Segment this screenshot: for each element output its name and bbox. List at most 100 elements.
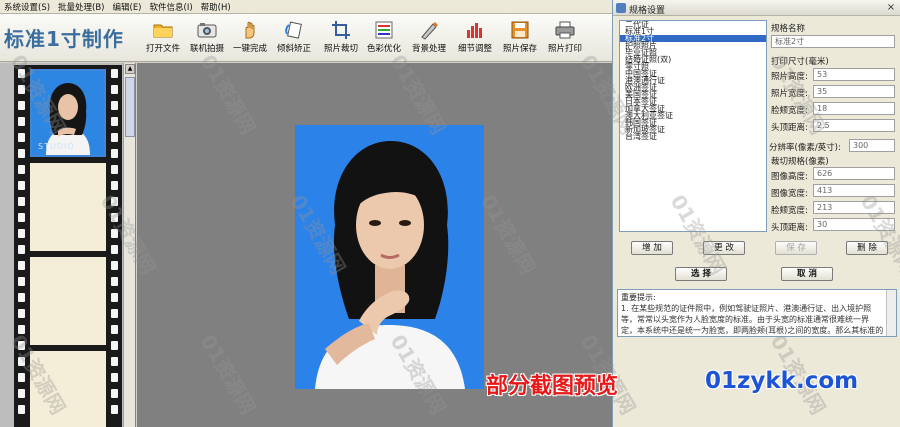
thumbnail-empty[interactable] (30, 163, 106, 251)
head-top-field[interactable]: 2.5 (813, 119, 895, 132)
photo-height-field[interactable]: 53 (813, 68, 895, 81)
photo-print-button[interactable]: 照片打印 (541, 18, 589, 60)
sprocket-hole (111, 165, 118, 174)
menu-bar: 系统设置(S) 批量处理(B) 编辑(E) 软件信息(I) 帮助(H) (0, 0, 612, 14)
thumbnail-empty[interactable] (30, 257, 106, 345)
sprocket-hole (18, 357, 25, 366)
thumbnail-empty[interactable] (30, 351, 106, 427)
detail-adjust-button[interactable]: 细节调整 (451, 18, 499, 60)
image-height-label: 图像高度: (771, 172, 808, 182)
sprocket-hole (111, 357, 118, 366)
thumbnail-photo: STUDIO (32, 71, 104, 155)
preview-caption: 部分截图预览 (486, 374, 619, 399)
sprocket-hole (18, 405, 25, 414)
modify-button[interactable]: 更 改 (703, 241, 745, 255)
head-top-label: 头顶距离: (771, 123, 808, 133)
sprocket-hole (111, 85, 118, 94)
scroll-up-icon[interactable]: ▲ (125, 64, 135, 74)
menu-edit[interactable]: 编辑(E) (113, 1, 142, 13)
spec-settings-dialog: 规格设置 × 二代证 标准1寸 标准2寸 护照照片 毕业证照 结婚证照(双) 零… (612, 0, 900, 427)
sprocket-hole (111, 277, 118, 286)
spec-name-field[interactable]: 标准2寸 (771, 35, 895, 48)
app-title: 标准1寸制作 (4, 27, 124, 51)
tilt-correct-button[interactable]: 倾斜矫正 (270, 18, 318, 60)
notes-scrollbar[interactable] (886, 290, 896, 336)
sprocket-hole (18, 229, 25, 238)
adjust-icon (467, 23, 482, 38)
background-process-button[interactable]: 背景处理 (405, 18, 453, 60)
head-top2-field[interactable]: 30 (813, 218, 895, 231)
photo-save-button[interactable]: 照片保存 (496, 18, 544, 60)
sprocket-hole (18, 245, 25, 254)
camera-icon (197, 23, 217, 38)
rotate-icon (285, 21, 302, 39)
thumbnail-selected[interactable]: STUDIO (30, 69, 106, 157)
background-icon (421, 22, 438, 40)
dialog-titlebar[interactable]: 规格设置 × (613, 0, 900, 16)
sprocket-hole (18, 293, 25, 302)
menu-software-info[interactable]: 软件信息(I) (150, 1, 193, 13)
resolution-field[interactable]: 300 (849, 139, 895, 152)
film-strip: STUDIO (14, 65, 122, 427)
cancel-button[interactable]: 取 消 (781, 267, 833, 281)
scroll-thumb[interactable] (125, 77, 135, 137)
sprocket-hole (111, 341, 118, 350)
sprocket-hole (111, 117, 118, 126)
sprocket-hole (111, 149, 118, 158)
thumbnail-scrollbar[interactable]: ▲ (123, 63, 135, 427)
sprocket-hole (18, 181, 25, 190)
sprocket-hole (18, 197, 25, 206)
add-button[interactable]: 增 加 (631, 241, 673, 255)
image-height-field[interactable]: 626 (813, 167, 895, 180)
sprocket-hole (18, 149, 25, 158)
sprocket-hole (111, 309, 118, 318)
sprocket-hole (111, 389, 118, 398)
face-width-label: 脸颊宽度: (771, 106, 808, 116)
sprocket-hole (18, 165, 25, 174)
camera-capture-button[interactable]: 联机拍摄 (183, 18, 231, 60)
notes-body: 1. 在某些规范的证件照中，例如驾驶证照片、港澳通行证、出入境护照等，常常以头宽… (621, 304, 884, 335)
resolution-label: 分辨率(像素/英寸): (769, 143, 841, 153)
hand-icon (245, 21, 255, 39)
sprocket-hole (111, 181, 118, 190)
close-icon[interactable]: × (885, 2, 897, 14)
sprocket-hole (111, 245, 118, 254)
one-click-button[interactable]: 一键完成 (226, 18, 274, 60)
photo-width-field[interactable]: 35 (813, 85, 895, 98)
image-width-label: 图像宽度: (771, 189, 808, 199)
site-url-caption: 01zykk.com (705, 368, 859, 394)
color-optimize-button[interactable]: 色彩优化 (360, 18, 408, 60)
sprocket-hole (111, 229, 118, 238)
menu-help[interactable]: 帮助(H) (201, 1, 231, 13)
notes-box[interactable]: 重要提示: 1. 在某些规范的证件照中，例如驾驶证照片、港澳通行证、出入境护照等… (617, 289, 897, 337)
sprocket-hole (18, 117, 25, 126)
spec-item[interactable]: 台湾签证 (620, 133, 766, 141)
open-file-button[interactable]: 打开文件 (139, 18, 187, 60)
spec-list[interactable]: 二代证 标准1寸 标准2寸 护照照片 毕业证照 结婚证照(双) 零寸照 中国签证… (619, 20, 767, 232)
image-width-field[interactable]: 413 (813, 184, 895, 197)
notes-title: 重要提示: (621, 293, 656, 302)
sprocket-hole (18, 373, 25, 382)
folder-icon (153, 24, 173, 38)
photo-width-label: 照片宽度: (771, 89, 808, 99)
sprocket-hole (18, 277, 25, 286)
thumbnail-strip[interactable]: STUDIO ▲ (0, 63, 136, 427)
delete-button[interactable]: 删 除 (846, 241, 888, 255)
thumbnail-watermark: STUDIO (38, 142, 75, 151)
menu-batch[interactable]: 批量处理(B) (58, 1, 104, 13)
menu-system-settings[interactable]: 系统设置(S) (4, 1, 50, 13)
face-width-field[interactable]: 18 (813, 102, 895, 115)
select-button[interactable]: 选 择 (675, 267, 727, 281)
photo-crop-button[interactable]: 照片裁切 (317, 18, 365, 60)
sprocket-hole (18, 133, 25, 142)
sprocket-hole (111, 197, 118, 206)
color-icon (375, 21, 393, 39)
portrait-photo (295, 125, 484, 389)
face-width2-field[interactable]: 213 (813, 201, 895, 214)
print-size-label: 打印尺寸(毫米) (771, 57, 829, 67)
face-width2-label: 脸颊宽度: (771, 206, 808, 216)
crop-spec-label: 裁切规格(像素) (771, 157, 829, 167)
sprocket-hole (18, 325, 25, 334)
save-spec-button[interactable]: 保 存 (775, 241, 817, 255)
photo-height-label: 照片高度: (771, 72, 808, 82)
